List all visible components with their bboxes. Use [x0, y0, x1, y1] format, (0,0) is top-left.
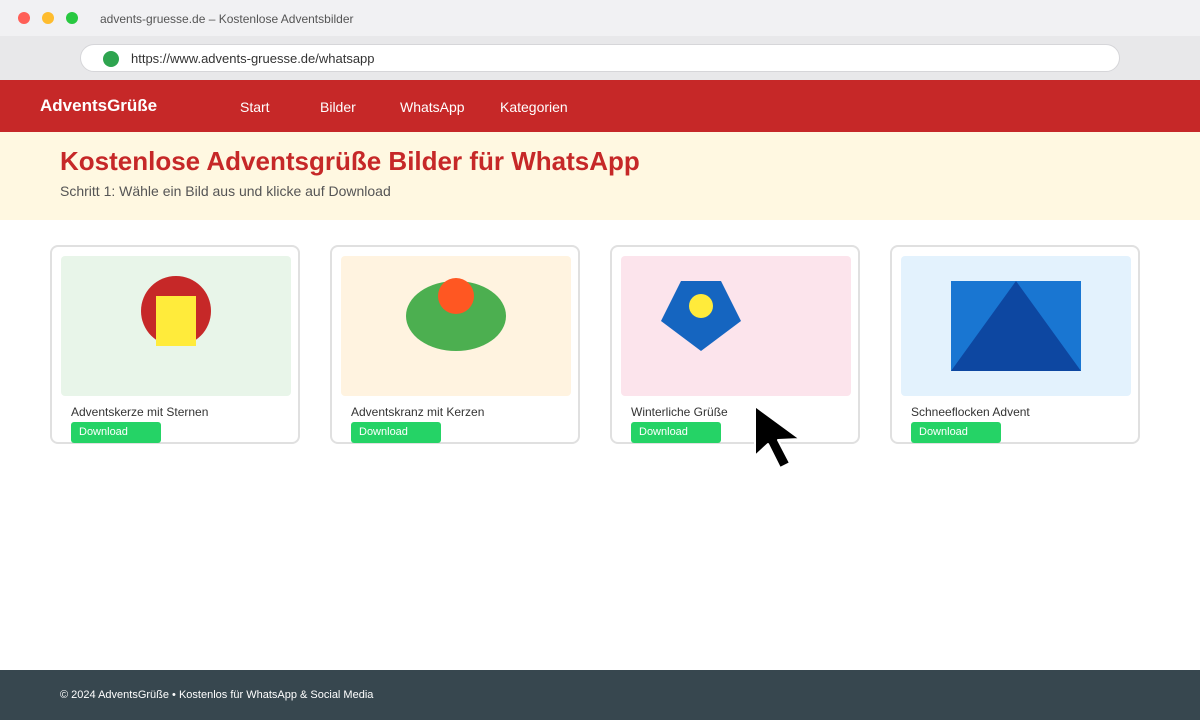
image-card: Schneeflocken Advent Download — [890, 245, 1140, 444]
winter-image[interactable] — [621, 256, 851, 396]
close-window-button[interactable] — [18, 12, 30, 24]
card-title: Winterliche Grüße — [631, 405, 728, 419]
winter-graphic — [661, 281, 741, 351]
page-subtitle: Schritt 1: Wähle ein Bild aus und klicke… — [60, 183, 391, 199]
download-button[interactable]: Download — [71, 422, 161, 443]
image-card: Adventskranz mit Kerzen Download — [330, 245, 580, 444]
window-titlebar: advents-gruesse.de – Kostenlose Adventsb… — [0, 0, 1200, 36]
maximize-window-button[interactable] — [66, 12, 78, 24]
minimize-window-button[interactable] — [42, 12, 54, 24]
url-text[interactable]: https://www.advents-gruesse.de/whatsapp — [131, 51, 375, 66]
snowflake-image[interactable] — [901, 256, 1131, 396]
mouse-pointer-icon — [754, 405, 801, 469]
wreath-graphic — [406, 278, 506, 351]
footer-text: © 2024 AdventsGrüße • Kostenlos für What… — [60, 689, 374, 701]
card-title: Adventskranz mit Kerzen — [351, 405, 485, 419]
image-card: Adventskerze mit Sternen Download — [50, 245, 300, 444]
site-footer: © 2024 AdventsGrüße • Kostenlos für What… — [0, 670, 1200, 720]
candle-image[interactable] — [61, 256, 291, 396]
download-button[interactable]: Download — [911, 422, 1001, 443]
browser-toolbar: https://www.advents-gruesse.de/whatsapp — [0, 36, 1200, 80]
nav-item-bilder[interactable]: Bilder — [320, 99, 356, 115]
wreath-image[interactable] — [341, 256, 571, 396]
download-button[interactable]: Download — [631, 422, 721, 443]
nav-item-start[interactable]: Start — [240, 99, 270, 115]
window-title: advents-gruesse.de – Kostenlose Adventsb… — [100, 12, 354, 26]
site-logo[interactable]: AdventsGrüße — [40, 96, 157, 116]
card-title: Adventskerze mit Sternen — [71, 405, 209, 419]
secure-site-icon — [103, 51, 119, 67]
site-navbar: AdventsGrüße Start Bilder WhatsApp Kateg… — [0, 80, 1200, 132]
nav-item-kategorien[interactable]: Kategorien — [500, 99, 568, 115]
snowflake-graphic — [951, 281, 1081, 371]
candle-graphic — [141, 276, 211, 346]
address-bar[interactable]: https://www.advents-gruesse.de/whatsapp — [80, 44, 1120, 72]
image-card: Winterliche Grüße Download — [610, 245, 860, 444]
download-button[interactable]: Download — [351, 422, 441, 443]
hero-banner: Kostenlose Adventsgrüße Bilder für Whats… — [0, 132, 1200, 220]
page-title: Kostenlose Adventsgrüße Bilder für Whats… — [60, 146, 640, 176]
nav-item-whatsapp[interactable]: WhatsApp — [400, 99, 465, 115]
card-title: Schneeflocken Advent — [911, 405, 1030, 419]
